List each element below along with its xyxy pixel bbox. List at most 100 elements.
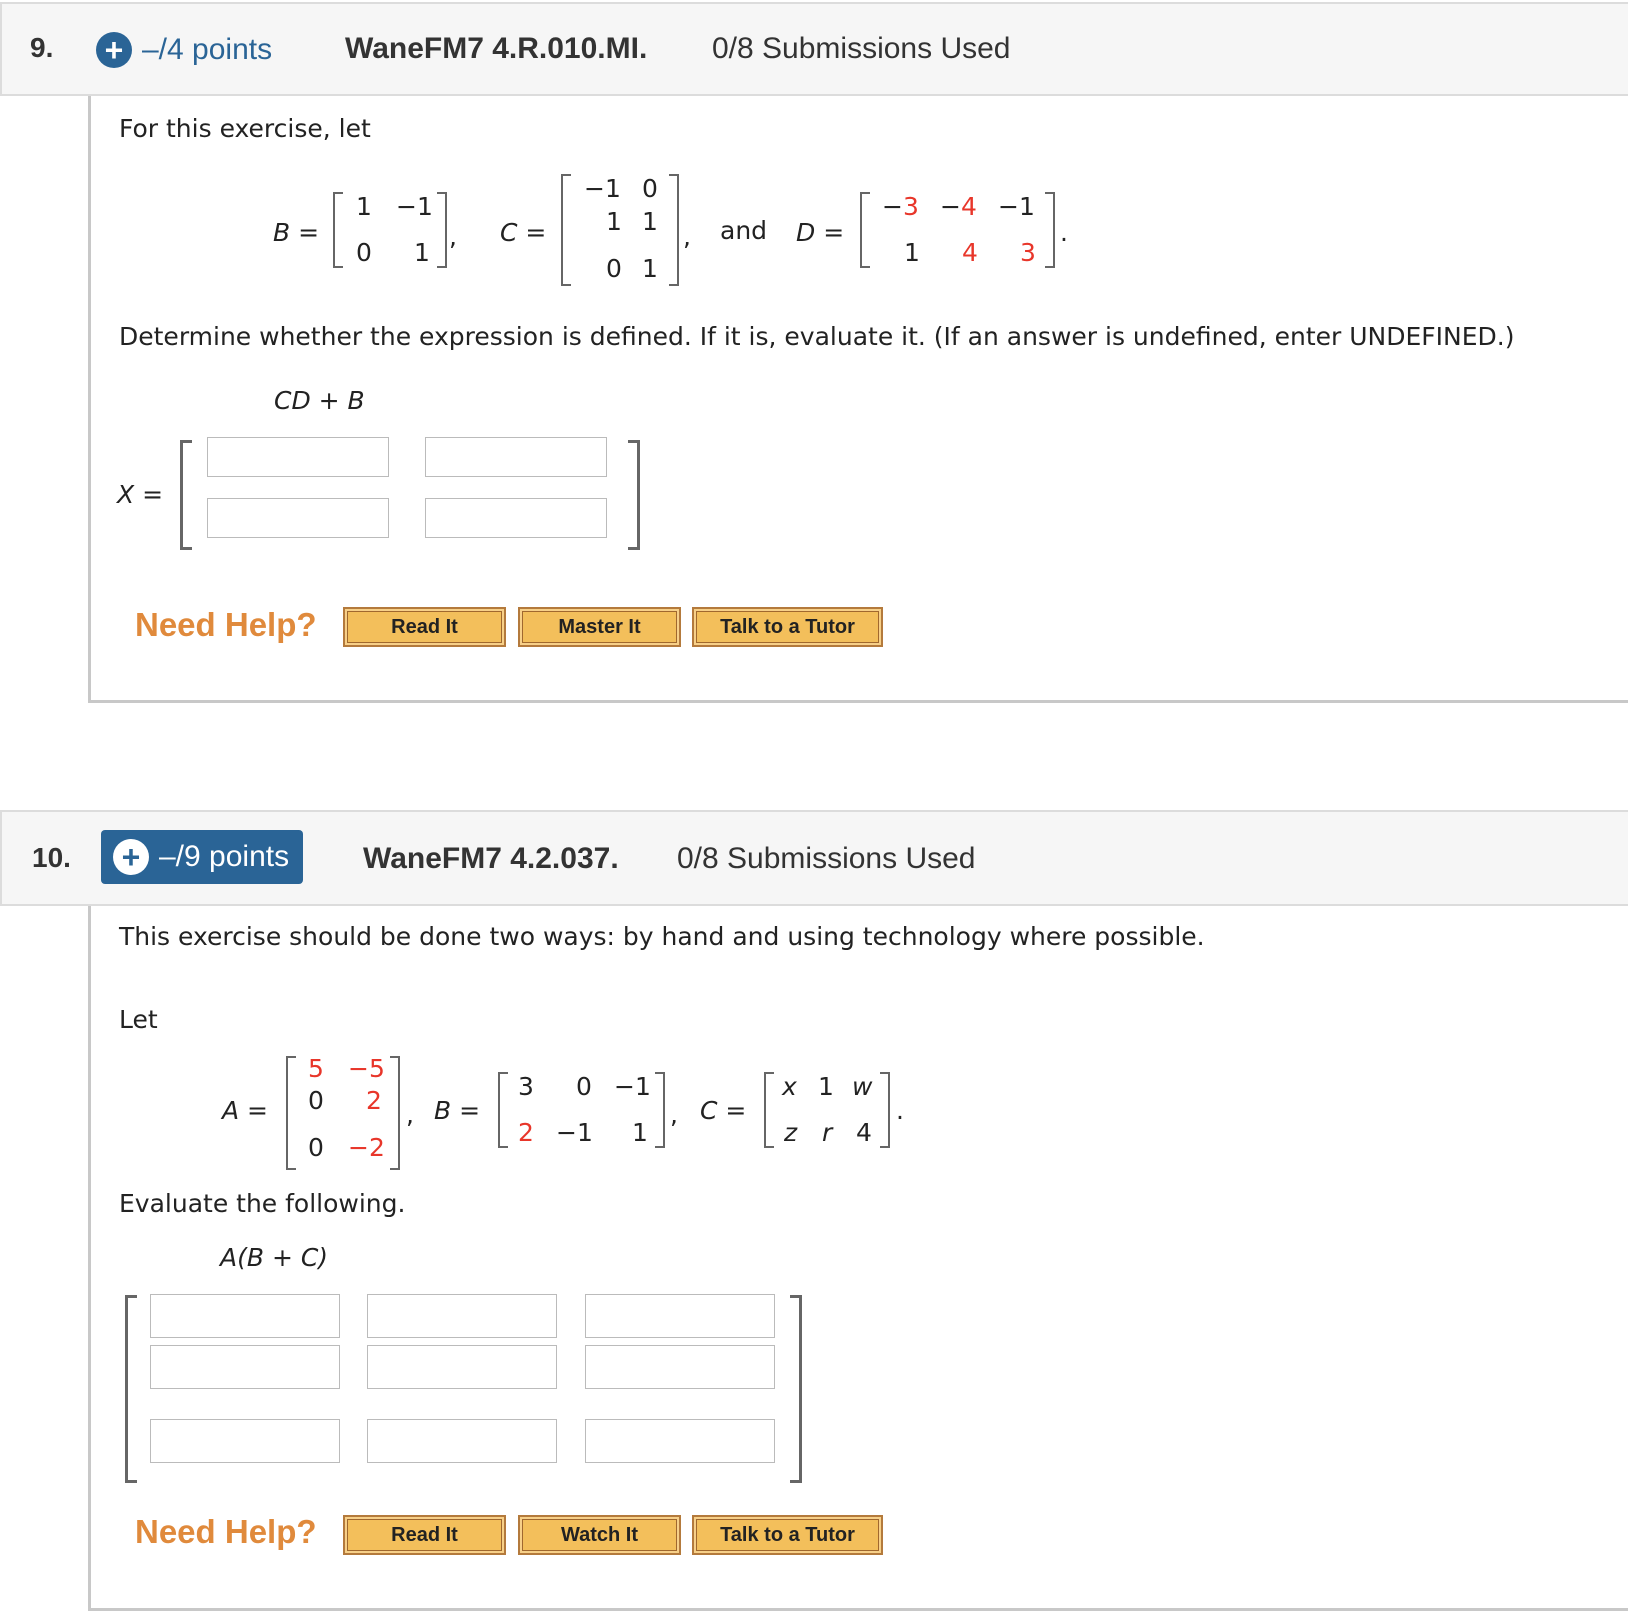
answer-input-r1c2[interactable] xyxy=(425,437,607,477)
expression: A(B + C) xyxy=(220,1243,329,1272)
question-number: 9. xyxy=(30,32,54,63)
talk-to-tutor-button[interactable]: Talk to a Tutor xyxy=(692,1515,883,1555)
matrix-cell: 0 xyxy=(606,254,622,283)
bracket-right xyxy=(669,174,679,286)
matrix-cell: −1 xyxy=(396,192,433,221)
answer-input-r2c1[interactable] xyxy=(207,498,389,538)
matrix-cell: x xyxy=(782,1072,797,1101)
matrix-cell: −1 xyxy=(556,1118,593,1147)
answer-input-r3c1[interactable] xyxy=(150,1419,340,1463)
answer-bracket-right xyxy=(628,440,640,550)
comma: , xyxy=(406,1100,414,1129)
talk-to-tutor-button[interactable]: Talk to a Tutor xyxy=(692,607,883,647)
instruction-text: Determine whether the expression is defi… xyxy=(119,322,1515,351)
comma: , xyxy=(670,1100,678,1129)
question-9-header: 9. + –/4 points WaneFM7 4.R.010.MI. 0/8 … xyxy=(0,2,1628,96)
need-help-label: Need Help? xyxy=(135,606,317,643)
answer-input-r1c1[interactable] xyxy=(150,1294,340,1338)
answer-input-r1c2[interactable] xyxy=(367,1294,557,1338)
matrix-cell: 0 xyxy=(356,238,372,267)
matrix-cell: 2 xyxy=(518,1118,534,1147)
intro-text: For this exercise, let xyxy=(119,114,371,143)
matrix-cell: −1 xyxy=(998,192,1035,221)
matrix-cell: −1 xyxy=(584,174,621,203)
matrix-cell: r xyxy=(822,1118,833,1147)
matrix-cell: −5 xyxy=(348,1054,385,1083)
plus-icon: + xyxy=(113,839,149,875)
matrix-a-label: A = xyxy=(222,1096,268,1125)
matrix-cell: w xyxy=(852,1072,873,1101)
matrix-cell: 1 xyxy=(904,238,920,267)
matrix-cell: 4 xyxy=(962,238,978,267)
period: . xyxy=(1060,218,1068,247)
period: . xyxy=(896,1096,904,1125)
comma: , xyxy=(449,222,457,251)
bracket-left xyxy=(561,174,571,286)
answer-label: X = xyxy=(117,480,164,509)
matrix-cell: 0 xyxy=(576,1072,592,1101)
matrix-b-label: B = xyxy=(273,218,320,247)
bracket-left xyxy=(764,1072,774,1148)
bracket-left xyxy=(860,192,870,268)
bracket-left xyxy=(498,1072,508,1148)
need-help-label: Need Help? xyxy=(135,1513,317,1550)
matrix-cell: 1 xyxy=(632,1118,648,1147)
expression: CD + B xyxy=(274,386,365,415)
matrix-cell: 1 xyxy=(642,254,658,283)
submissions-used: 0/8 Submissions Used xyxy=(712,32,1011,65)
question-id: WaneFM7 4.2.037. xyxy=(363,842,619,875)
watch-it-button[interactable]: Watch It xyxy=(518,1515,681,1555)
points-toggle[interactable]: + –/4 points xyxy=(96,32,272,68)
matrix-cell: 1 xyxy=(356,192,372,221)
question-id: WaneFM7 4.R.010.MI. xyxy=(345,32,648,65)
matrix-c-label: C = xyxy=(700,1096,747,1125)
answer-input-r1c3[interactable] xyxy=(585,1294,775,1338)
matrix-cell: 1 xyxy=(606,207,622,236)
submissions-used: 0/8 Submissions Used xyxy=(677,842,976,875)
matrix-cell: 3 xyxy=(518,1072,534,1101)
matrix-cell: −4 xyxy=(940,192,977,221)
matrix-cell: 3 xyxy=(1020,238,1036,267)
matrix-cell: 1 xyxy=(818,1072,834,1101)
matrix-cell: 0 xyxy=(308,1133,324,1162)
answer-bracket-left xyxy=(180,440,192,550)
matrix-cell: 0 xyxy=(642,174,658,203)
read-it-button[interactable]: Read It xyxy=(343,1515,506,1555)
bracket-right xyxy=(390,1056,400,1170)
plus-icon: + xyxy=(96,32,132,68)
points-toggle[interactable]: + –/9 points xyxy=(101,830,304,884)
matrix-cell: 1 xyxy=(414,238,430,267)
matrix-cell: 4 xyxy=(856,1118,872,1147)
answer-input-r2c3[interactable] xyxy=(585,1345,775,1389)
answer-input-r2c2[interactable] xyxy=(425,498,607,538)
master-it-button[interactable]: Master It xyxy=(518,607,681,647)
matrix-cell: 2 xyxy=(366,1086,382,1115)
question-number: 10. xyxy=(32,842,71,873)
matrix-cell: 0 xyxy=(308,1086,324,1115)
answer-input-r1c1[interactable] xyxy=(207,437,389,477)
bracket-left xyxy=(286,1056,296,1170)
points-label: –/4 points xyxy=(142,33,273,66)
matrix-cell: 1 xyxy=(642,207,658,236)
intro-text: This exercise should be done two ways: b… xyxy=(119,922,1205,951)
answer-bracket-left xyxy=(125,1295,137,1483)
bracket-right xyxy=(437,192,447,268)
question-10-header: 10. + –/9 points WaneFM7 4.2.037. 0/8 Su… xyxy=(0,810,1628,906)
read-it-button[interactable]: Read It xyxy=(343,607,506,647)
answer-input-r2c1[interactable] xyxy=(150,1345,340,1389)
points-label: –/9 points xyxy=(159,840,290,873)
matrix-b-label: B = xyxy=(434,1096,481,1125)
matrix-cell: −3 xyxy=(882,192,919,221)
matrix-cell: −1 xyxy=(614,1072,651,1101)
answer-input-r3c3[interactable] xyxy=(585,1419,775,1463)
instruction-text: Evaluate the following. xyxy=(119,1189,406,1218)
bracket-right xyxy=(880,1072,890,1148)
matrix-c-label: C = xyxy=(500,218,547,247)
matrix-cell: 5 xyxy=(308,1054,324,1083)
bracket-right xyxy=(655,1072,665,1148)
bracket-left xyxy=(333,192,343,268)
and-text: and xyxy=(720,216,768,245)
bracket-right xyxy=(1045,192,1055,268)
answer-input-r2c2[interactable] xyxy=(367,1345,557,1389)
answer-input-r3c2[interactable] xyxy=(367,1419,557,1463)
